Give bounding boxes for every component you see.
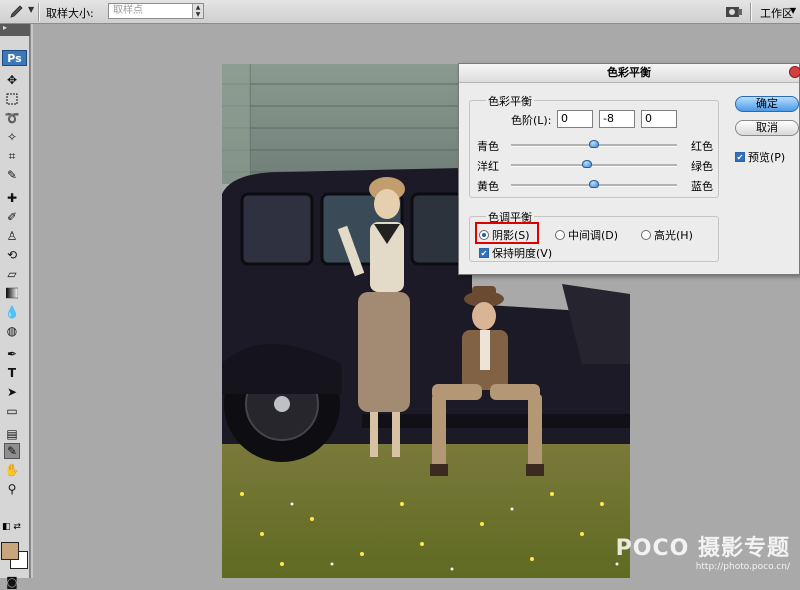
cancel-button[interactable]: 取消	[735, 120, 799, 136]
options-separator	[750, 3, 752, 21]
watermark-brand: POCO 摄影专题	[615, 536, 790, 561]
radio-midtones[interactable]: 中间调(D)	[555, 227, 618, 243]
default-colors-icon[interactable]: ◧ ⇄	[2, 522, 21, 532]
crop-icon[interactable]: ⌗	[4, 148, 20, 164]
lasso-icon[interactable]: ➰	[4, 110, 20, 126]
level-magenta-green-input[interactable]: -8	[599, 110, 635, 128]
color-sampler-icon[interactable]	[8, 4, 24, 20]
dodge-icon[interactable]: ◍	[4, 323, 20, 339]
type-icon[interactable]: T	[4, 365, 20, 381]
slider-magenta-green: 洋红 绿色	[477, 158, 717, 173]
ps-logo[interactable]: Ps	[2, 50, 27, 66]
eraser-icon[interactable]: ▱	[4, 266, 20, 282]
sample-size-select[interactable]: 取样点 ▲ ▼	[108, 3, 204, 19]
brush-icon[interactable]: ✐	[4, 209, 20, 225]
preview-label: 预览(P)	[748, 151, 786, 164]
toolbox-grip[interactable]: ▸	[0, 23, 30, 36]
slider-right-label: 绿色	[691, 160, 713, 173]
radio-highlights-label: 高光(H)	[654, 229, 693, 242]
dialog-title: 色彩平衡	[607, 66, 651, 79]
dialog-titlebar[interactable]: 色彩平衡	[459, 64, 800, 83]
radio-highlights[interactable]: 高光(H)	[641, 227, 693, 243]
clone-stamp-icon[interactable]: ♙	[4, 228, 20, 244]
pen-icon[interactable]: ✒	[4, 346, 20, 362]
preview-checkbox[interactable]: ✔ 预览(P)	[735, 149, 785, 165]
move-icon[interactable]: ✥	[4, 72, 20, 88]
close-icon[interactable]	[789, 66, 800, 78]
sample-size-label: 取样大小:	[46, 7, 94, 20]
slider-thumb[interactable]	[589, 180, 599, 188]
watermark: POCO 摄影专题 http://photo.poco.cn/	[616, 530, 790, 572]
slider-right-label: 红色	[691, 140, 713, 153]
panel-divider[interactable]	[30, 24, 33, 578]
level-cyan-red-input[interactable]: 0	[557, 110, 593, 128]
select-spin-icon: ▲ ▼	[192, 4, 203, 18]
foreground-color-swatch[interactable]	[1, 542, 19, 560]
magic-wand-icon[interactable]: ✧	[4, 129, 20, 145]
radio-dot[interactable]	[555, 230, 565, 240]
slider-track[interactable]	[511, 140, 677, 148]
hand-icon[interactable]: ✋	[4, 462, 20, 478]
color-balance-dialog: 色彩平衡 色彩平衡 色阶(L): 0 -8 0 青色 红色 洋红 绿色 黄色 蓝…	[458, 63, 800, 275]
radio-dot[interactable]	[641, 230, 651, 240]
levels-label: 色阶(L):	[511, 114, 552, 127]
slider-left-label: 黄色	[477, 180, 499, 193]
ok-button[interactable]: 确定	[735, 96, 799, 112]
slider-left-label: 青色	[477, 140, 499, 153]
slider-thumb[interactable]	[582, 160, 593, 168]
slider-track[interactable]	[511, 160, 677, 168]
history-brush-icon[interactable]: ⟲	[4, 247, 20, 263]
slider-right-label: 蓝色	[691, 180, 713, 193]
gradient-icon[interactable]	[4, 285, 20, 301]
blur-icon[interactable]: 💧	[4, 304, 20, 320]
watermark-url: http://photo.poco.cn/	[695, 562, 790, 572]
eyedropper-icon[interactable]: ✎	[4, 167, 20, 183]
zoom-icon[interactable]: ⚲	[4, 481, 20, 497]
toolbox: ▸ Ps ✥ ➰ ✧ ⌗ ✎ ✚ ✐ ♙ ⟲ ▱ 💧 ◍ ✒ T ➤ ▭ ▤ ✎…	[0, 23, 30, 589]
preserve-luminosity-checkbox[interactable]: ✔ 保持明度(V)	[479, 245, 552, 261]
slider-cyan-red: 青色 红色	[477, 138, 717, 153]
slider-yellow-blue: 黄色 蓝色	[477, 178, 717, 193]
sample-size-value: 取样点	[113, 5, 143, 16]
color-sampler-icon[interactable]: ✎	[4, 443, 20, 459]
color-balance-legend: 色彩平衡	[486, 93, 534, 109]
tool-preset-arrow-icon[interactable]: ▼	[28, 5, 34, 14]
healing-brush-icon[interactable]: ✚	[4, 190, 20, 206]
shape-icon[interactable]: ▭	[4, 403, 20, 419]
options-separator	[38, 3, 40, 21]
workspace-label[interactable]: 工作区	[760, 5, 793, 21]
red-highlight-box	[475, 222, 539, 244]
workspace-arrow-icon[interactable]: ▼	[790, 6, 796, 15]
check-icon[interactable]: ✔	[735, 152, 745, 162]
radio-midtones-label: 中间调(D)	[568, 229, 619, 242]
options-bar: ▼ 取样大小: 取样点 ▲ ▼ 工作区 ▼	[0, 0, 800, 24]
marquee-icon[interactable]	[4, 91, 20, 107]
slider-thumb[interactable]	[589, 140, 599, 148]
slider-track[interactable]	[511, 180, 677, 188]
preserve-luminosity-label: 保持明度(V)	[492, 247, 553, 260]
notes-icon[interactable]: ▤	[4, 426, 20, 442]
collapse-arrow-icon[interactable]: ▸	[3, 23, 7, 32]
workspace-icon[interactable]	[724, 3, 744, 21]
check-icon[interactable]: ✔	[479, 248, 489, 258]
path-selection-icon[interactable]: ➤	[4, 384, 20, 400]
level-yellow-blue-input[interactable]: 0	[641, 110, 677, 128]
slider-left-label: 洋红	[477, 160, 499, 173]
quick-mask-icon[interactable]: ◙	[4, 574, 20, 590]
